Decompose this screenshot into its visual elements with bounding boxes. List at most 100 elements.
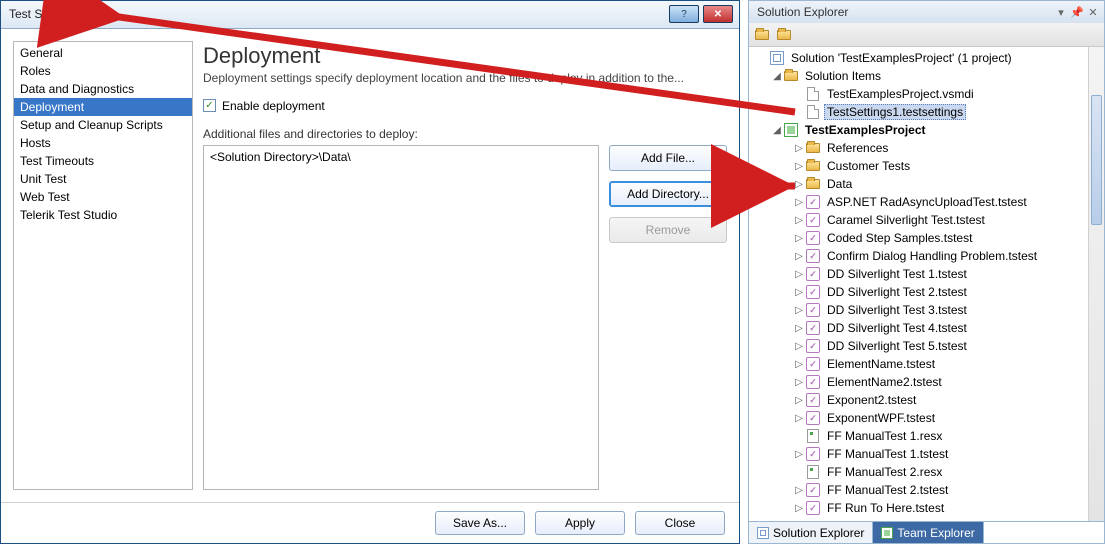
tab-team-explorer[interactable]: Team Explorer [873, 522, 983, 543]
test-icon [805, 446, 821, 462]
project-item[interactable]: ▷ DD Silverlight Test 5.tstest [749, 337, 1104, 355]
expander-icon[interactable]: ▷ [793, 233, 805, 244]
expander-icon[interactable]: ▷ [793, 395, 805, 406]
sidebar-item-deployment[interactable]: Deployment [14, 98, 192, 116]
expander-icon[interactable]: ▷ [793, 251, 805, 262]
refresh-icon[interactable] [775, 26, 793, 44]
sidebar-item-setup-and-cleanup-scripts[interactable]: Setup and Cleanup Scripts [14, 116, 192, 134]
sidebar-item-general[interactable]: General [14, 44, 192, 62]
project-item[interactable]: ▷DD Silverlight Test 2.tstest [749, 283, 1104, 301]
solution-explorer-panel: Solution Explorer ▾ 📌 ✕ Solution 'TestEx… [748, 0, 1105, 544]
expander-icon[interactable]: ▷ [793, 197, 805, 208]
tree-label: DD Silverlight Test 5.tstest [824, 339, 970, 353]
home-icon[interactable] [753, 26, 771, 44]
expander-icon[interactable]: ▷ [793, 215, 805, 226]
sidebar-item-web-test[interactable]: Web Test [14, 188, 192, 206]
expander-icon[interactable]: ▷ [793, 485, 805, 496]
expander-icon[interactable]: ▷ [793, 287, 805, 298]
tree-label: ExponentWPF.tstest [824, 411, 938, 425]
expander-icon[interactable]: ▷ [793, 323, 805, 334]
panel-dropdown-icon[interactable]: ▾ [1054, 5, 1068, 19]
solution-node[interactable]: Solution 'TestExamplesProject' (1 projec… [749, 49, 1104, 67]
dialog-titlebar[interactable]: Test Settings [1, 1, 739, 29]
expander-icon[interactable]: ▷ [793, 341, 805, 352]
help-button[interactable] [669, 5, 699, 23]
project-item[interactable]: ▷ FF ManualTest 2.tstest [749, 481, 1104, 499]
project-item[interactable]: ▷ ExponentWPF.tstest [749, 409, 1104, 427]
sidebar-item-hosts[interactable]: Hosts [14, 134, 192, 152]
expander-icon[interactable]: ▷ [793, 449, 805, 460]
additional-files-label: Additional files and directories to depl… [203, 127, 727, 141]
test-icon [805, 482, 821, 498]
deploy-files-list[interactable]: <Solution Directory>\Data\ [203, 145, 599, 490]
project-item[interactable]: ▷References [749, 139, 1104, 157]
vertical-scrollbar[interactable] [1088, 47, 1104, 521]
test-icon [805, 194, 821, 210]
add-file-button[interactable]: Add File... [609, 145, 727, 171]
test-icon [805, 230, 821, 246]
project-item[interactable]: ▷ElementName2.tstest [749, 373, 1104, 391]
expander-icon[interactable]: ▷ [793, 143, 805, 154]
enable-deployment-label: Enable deployment [222, 99, 325, 113]
apply-button[interactable]: Apply [535, 511, 625, 535]
project-item[interactable]: ▷Coded Step Samples.tstest [749, 229, 1104, 247]
resx-icon [805, 428, 821, 444]
project-item[interactable]: ▷Data [749, 175, 1104, 193]
enable-deployment-checkbox[interactable]: ✓ [203, 99, 216, 112]
close-window-button[interactable] [703, 5, 733, 23]
project-item[interactable]: ▷ FF Run To Here.tstest [749, 499, 1104, 517]
expander-icon[interactable]: ▷ [793, 377, 805, 388]
expander-icon[interactable]: ▷ [793, 359, 805, 370]
tree-label: Solution 'TestExamplesProject' (1 projec… [788, 51, 1015, 65]
test-icon [805, 356, 821, 372]
vsmdi-file[interactable]: TestExamplesProject.vsmdi [749, 85, 1104, 103]
test-icon [805, 392, 821, 408]
expander-icon[interactable]: ▷ [793, 413, 805, 424]
add-directory-button[interactable]: Add Directory... [609, 181, 727, 207]
project-item[interactable]: FF ManualTest 1.resx [749, 427, 1104, 445]
expander-icon[interactable]: ▷ [793, 161, 805, 172]
expander-icon[interactable]: ▷ [793, 305, 805, 316]
project-item[interactable]: ▷DD Silverlight Test 4.tstest [749, 319, 1104, 337]
project-item[interactable]: ▷DD Silverlight Test 1.tstest [749, 265, 1104, 283]
project-node[interactable]: ◢ TestExamplesProject [749, 121, 1104, 139]
expander-icon[interactable]: ▷ [793, 179, 805, 190]
project-item[interactable]: ▷Customer Tests [749, 157, 1104, 175]
project-item[interactable]: ▷Confirm Dialog Handling Problem.tstest [749, 247, 1104, 265]
save-as-button[interactable]: Save As... [435, 511, 525, 535]
tree-label: FF ManualTest 2.tstest [824, 483, 951, 497]
sidebar-item-test-timeouts[interactable]: Test Timeouts [14, 152, 192, 170]
team-explorer-icon [881, 527, 893, 539]
tree-label: ElementName.tstest [824, 357, 938, 371]
project-item[interactable]: ▷FF ManualTest 1.tstest [749, 445, 1104, 463]
sidebar-item-unit-test[interactable]: Unit Test [14, 170, 192, 188]
project-item[interactable]: ▷ ElementName.tstest [749, 355, 1104, 373]
expander-icon[interactable]: ◢ [771, 71, 783, 82]
sidebar-item-data-and-diagnostics[interactable]: Data and Diagnostics [14, 80, 192, 98]
test-icon [805, 302, 821, 318]
tab-solution-explorer[interactable]: Solution Explorer [749, 522, 873, 543]
expander-icon[interactable]: ▷ [793, 503, 805, 514]
expander-icon[interactable]: ▷ [793, 269, 805, 280]
solution-items-node[interactable]: ◢Solution Items [749, 67, 1104, 85]
tree-label: TestExamplesProject [802, 123, 929, 137]
testsettings-file[interactable]: TestSettings1.testsettings [749, 103, 1104, 121]
expander-icon[interactable]: ◢ [771, 125, 783, 136]
pin-icon[interactable]: 📌 [1070, 5, 1084, 19]
solution-tree[interactable]: Solution 'TestExamplesProject' (1 projec… [749, 47, 1104, 521]
project-item[interactable]: FF ManualTest 2.resx [749, 463, 1104, 481]
close-button[interactable]: Close [635, 511, 725, 535]
test-icon [805, 500, 821, 516]
settings-category-list[interactable]: GeneralRolesData and DiagnosticsDeployme… [13, 41, 193, 490]
page-subheading: Deployment settings specify deployment l… [203, 71, 727, 85]
project-item[interactable]: ▷DD Silverlight Test 3.tstest [749, 301, 1104, 319]
panel-titlebar[interactable]: Solution Explorer ▾ 📌 ✕ [749, 1, 1104, 23]
sidebar-item-roles[interactable]: Roles [14, 62, 192, 80]
list-item[interactable]: <Solution Directory>\Data\ [210, 150, 592, 164]
sidebar-item-telerik-test-studio[interactable]: Telerik Test Studio [14, 206, 192, 224]
project-item[interactable]: ▷ASP.NET RadAsyncUploadTest.tstest [749, 193, 1104, 211]
project-item[interactable]: ▷Caramel Silverlight Test.tstest [749, 211, 1104, 229]
project-item[interactable]: ▷Exponent2.tstest [749, 391, 1104, 409]
close-panel-icon[interactable]: ✕ [1086, 5, 1100, 19]
tree-label: FF Run To Here.tstest [824, 501, 947, 515]
